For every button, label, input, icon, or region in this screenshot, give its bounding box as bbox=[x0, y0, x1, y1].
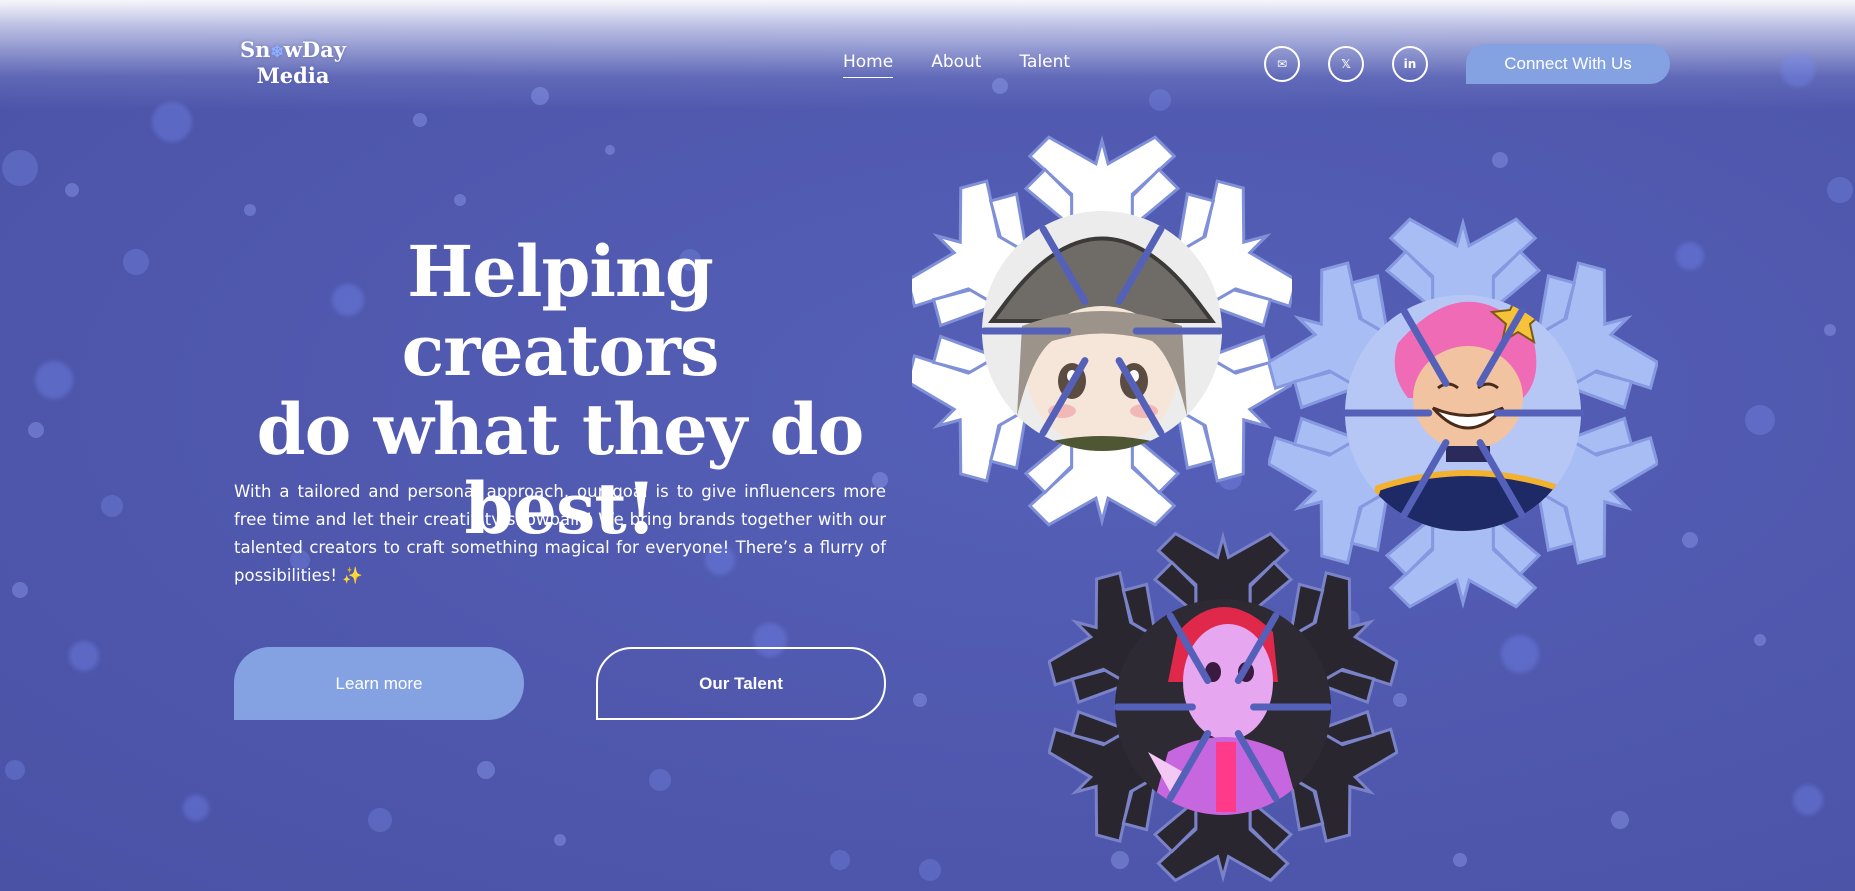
talent-snowflake-masked[interactable] bbox=[1048, 522, 1398, 891]
snowflake-masked-portrait bbox=[1048, 531, 1398, 883]
headline-line-2: do what they do bbox=[256, 388, 865, 471]
headline-line-1: Helping creators bbox=[401, 230, 720, 392]
snow-particle bbox=[152, 102, 192, 142]
snow-particle bbox=[69, 641, 99, 671]
snow-particle bbox=[413, 113, 427, 127]
snow-particle bbox=[1824, 324, 1836, 336]
snow-particle bbox=[554, 834, 566, 846]
snow-particle bbox=[5, 760, 25, 780]
sparkle-icon: ✨ bbox=[342, 566, 363, 585]
snow-particle bbox=[2, 150, 38, 186]
page: Sn❄wDay Media Home About Talent ✉ 𝕏 in C… bbox=[0, 0, 1855, 891]
snow-particle bbox=[1501, 635, 1539, 673]
snow-particle bbox=[1827, 177, 1853, 203]
snow-particle bbox=[183, 795, 209, 821]
logo-snowflake-icon: ❄ bbox=[270, 42, 284, 61]
snow-particle bbox=[244, 204, 256, 216]
social-links: ✉ 𝕏 in bbox=[1264, 46, 1428, 82]
logo-text-media: Media bbox=[256, 63, 330, 88]
snow-particle bbox=[35, 361, 73, 399]
snow-particle bbox=[1745, 405, 1775, 435]
main-nav: Home About Talent bbox=[843, 52, 1070, 78]
snow-particle bbox=[1781, 53, 1815, 87]
snow-particle bbox=[1149, 89, 1171, 111]
snow-particle bbox=[1682, 532, 1698, 548]
snow-particle bbox=[1611, 811, 1629, 829]
logo[interactable]: Sn❄wDay Media bbox=[234, 38, 352, 88]
logo-text-start: Sn bbox=[240, 37, 271, 62]
nav-home[interactable]: Home bbox=[843, 52, 894, 78]
snow-particle bbox=[913, 693, 927, 707]
snow-particle bbox=[830, 850, 850, 870]
snowflake-helmet-portrait bbox=[912, 135, 1292, 527]
snow-particle bbox=[12, 582, 28, 598]
talent-snowflake-helmet[interactable] bbox=[912, 126, 1292, 536]
hero-paragraph: With a tailored and personal approach, o… bbox=[234, 478, 886, 590]
nav-talent[interactable]: Talent bbox=[1019, 52, 1070, 78]
snow-particle bbox=[101, 495, 123, 517]
linkedin-icon[interactable]: in bbox=[1392, 46, 1428, 82]
snow-particle bbox=[65, 183, 79, 197]
snow-particle bbox=[477, 761, 495, 779]
snow-particle bbox=[992, 78, 1008, 94]
snow-particle bbox=[1754, 634, 1766, 646]
logo-text-end: wDay bbox=[283, 37, 346, 62]
mail-icon[interactable]: ✉ bbox=[1264, 46, 1300, 82]
hero-paragraph-text: With a tailored and personal approach, o… bbox=[234, 482, 886, 585]
snow-particle bbox=[1492, 152, 1508, 168]
nav-about[interactable]: About bbox=[931, 52, 981, 78]
learn-more-button[interactable]: Learn more bbox=[234, 647, 524, 720]
snow-particle bbox=[123, 249, 149, 275]
snow-particle bbox=[531, 87, 549, 105]
snow-particle bbox=[1453, 853, 1467, 867]
snow-particle bbox=[649, 769, 671, 791]
x-icon[interactable]: 𝕏 bbox=[1328, 46, 1364, 82]
snow-particle bbox=[368, 808, 392, 832]
snow-particle bbox=[28, 422, 44, 438]
connect-with-us-button[interactable]: Connect With Us bbox=[1466, 44, 1670, 84]
snow-particle bbox=[454, 194, 466, 206]
snow-particle bbox=[1676, 242, 1704, 270]
snow-particle bbox=[605, 145, 615, 155]
snow-particle bbox=[1793, 785, 1823, 815]
snow-particle bbox=[919, 859, 941, 881]
our-talent-button[interactable]: Our Talent bbox=[596, 647, 886, 720]
